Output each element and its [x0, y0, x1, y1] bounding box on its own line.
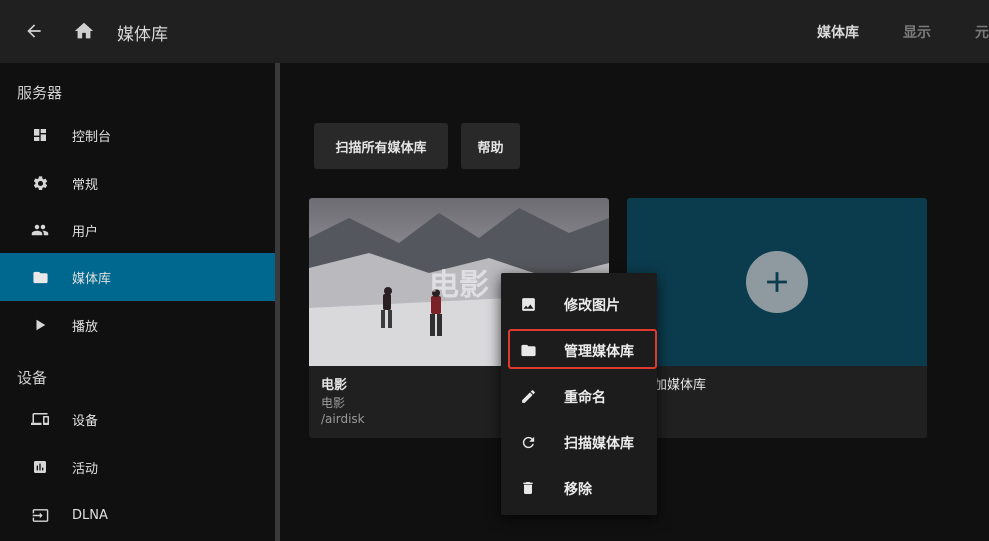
sidebar-item-label: 控制台: [72, 129, 112, 145]
sidebar-item-users[interactable]: 用户: [0, 206, 275, 254]
library-type: 电影: [321, 396, 346, 410]
library-name: 电影: [321, 378, 348, 393]
menu-item-manage-library[interactable]: 管理媒体库: [501, 330, 657, 370]
image-icon: [519, 295, 537, 313]
menu-item-edit-image[interactable]: 修改图片: [501, 284, 657, 324]
sidebar-item-playback[interactable]: 播放: [0, 301, 275, 349]
help-button[interactable]: 帮助: [461, 123, 520, 169]
menu-item-label: 移除: [564, 482, 592, 498]
input-icon: [31, 506, 49, 524]
tab-metadata[interactable]: 元数: [975, 22, 989, 42]
play-icon: [31, 316, 49, 334]
home-button[interactable]: [72, 19, 96, 43]
sidebar-item-general[interactable]: 常规: [0, 159, 275, 207]
arrow-left-icon: [27, 24, 41, 38]
folder-icon: [31, 268, 49, 286]
library-context-menu: 修改图片 管理媒体库 重命名 扫描媒体库 移除: [501, 273, 657, 515]
menu-item-label: 重命名: [564, 390, 606, 406]
page-title: 媒体库: [117, 25, 168, 45]
menu-item-label: 扫描媒体库: [564, 436, 634, 452]
home-icon: [74, 22, 94, 39]
refresh-icon: [519, 433, 537, 451]
sidebar-item-label: 用户: [72, 224, 99, 240]
add-library-label: 加媒体库: [654, 378, 707, 393]
menu-item-remove[interactable]: 移除: [501, 468, 657, 508]
sidebar-item-label: 活动: [72, 461, 99, 477]
header-tabs: 媒体库 显示 元数: [773, 0, 989, 63]
app-header: 媒体库 媒体库 显示 元数: [0, 0, 989, 63]
activity-icon: [31, 458, 49, 476]
tab-libraries[interactable]: 媒体库: [817, 22, 859, 42]
menu-item-scan-library[interactable]: 扫描媒体库: [501, 422, 657, 462]
sidebar: 服务器 控制台 常规 用户 媒体库 播放 设备 设备 活动 DLNA: [0, 63, 275, 541]
sidebar-item-label: DLNA: [72, 507, 108, 523]
users-icon: [31, 221, 49, 239]
pencil-icon: [519, 387, 537, 405]
menu-item-rename[interactable]: 重命名: [501, 376, 657, 416]
scan-all-libraries-button[interactable]: 扫描所有媒体库: [314, 123, 448, 169]
sidebar-item-label: 媒体库: [72, 271, 112, 287]
sidebar-item-activity[interactable]: 活动: [0, 443, 275, 491]
section-title-server: 服务器: [17, 84, 63, 102]
plus-icon: [767, 272, 787, 292]
section-title-devices: 设备: [17, 369, 48, 387]
sidebar-item-dashboard[interactable]: 控制台: [0, 111, 275, 159]
menu-item-label: 管理媒体库: [564, 344, 634, 360]
back-button[interactable]: [22, 19, 46, 43]
sidebar-item-label: 播放: [72, 319, 99, 335]
sidebar-item-devices[interactable]: 设备: [0, 395, 275, 443]
add-library-button[interactable]: [746, 251, 808, 313]
folder-icon: [519, 341, 537, 359]
sidebar-item-label: 设备: [72, 413, 99, 429]
gear-icon: [31, 174, 49, 192]
menu-item-label: 修改图片: [564, 298, 620, 314]
sidebar-item-libraries[interactable]: 媒体库: [0, 253, 275, 301]
devices-icon: [31, 410, 49, 428]
add-library-card[interactable]: 加媒体库: [627, 198, 927, 438]
sidebar-item-label: 常规: [72, 177, 99, 193]
add-library-tile[interactable]: [627, 198, 927, 366]
tab-display[interactable]: 显示: [903, 22, 931, 42]
library-path: /airdisk: [321, 412, 365, 426]
sidebar-item-dlna[interactable]: DLNA: [0, 491, 275, 539]
trash-icon: [519, 479, 537, 497]
dashboard-icon: [31, 126, 49, 144]
